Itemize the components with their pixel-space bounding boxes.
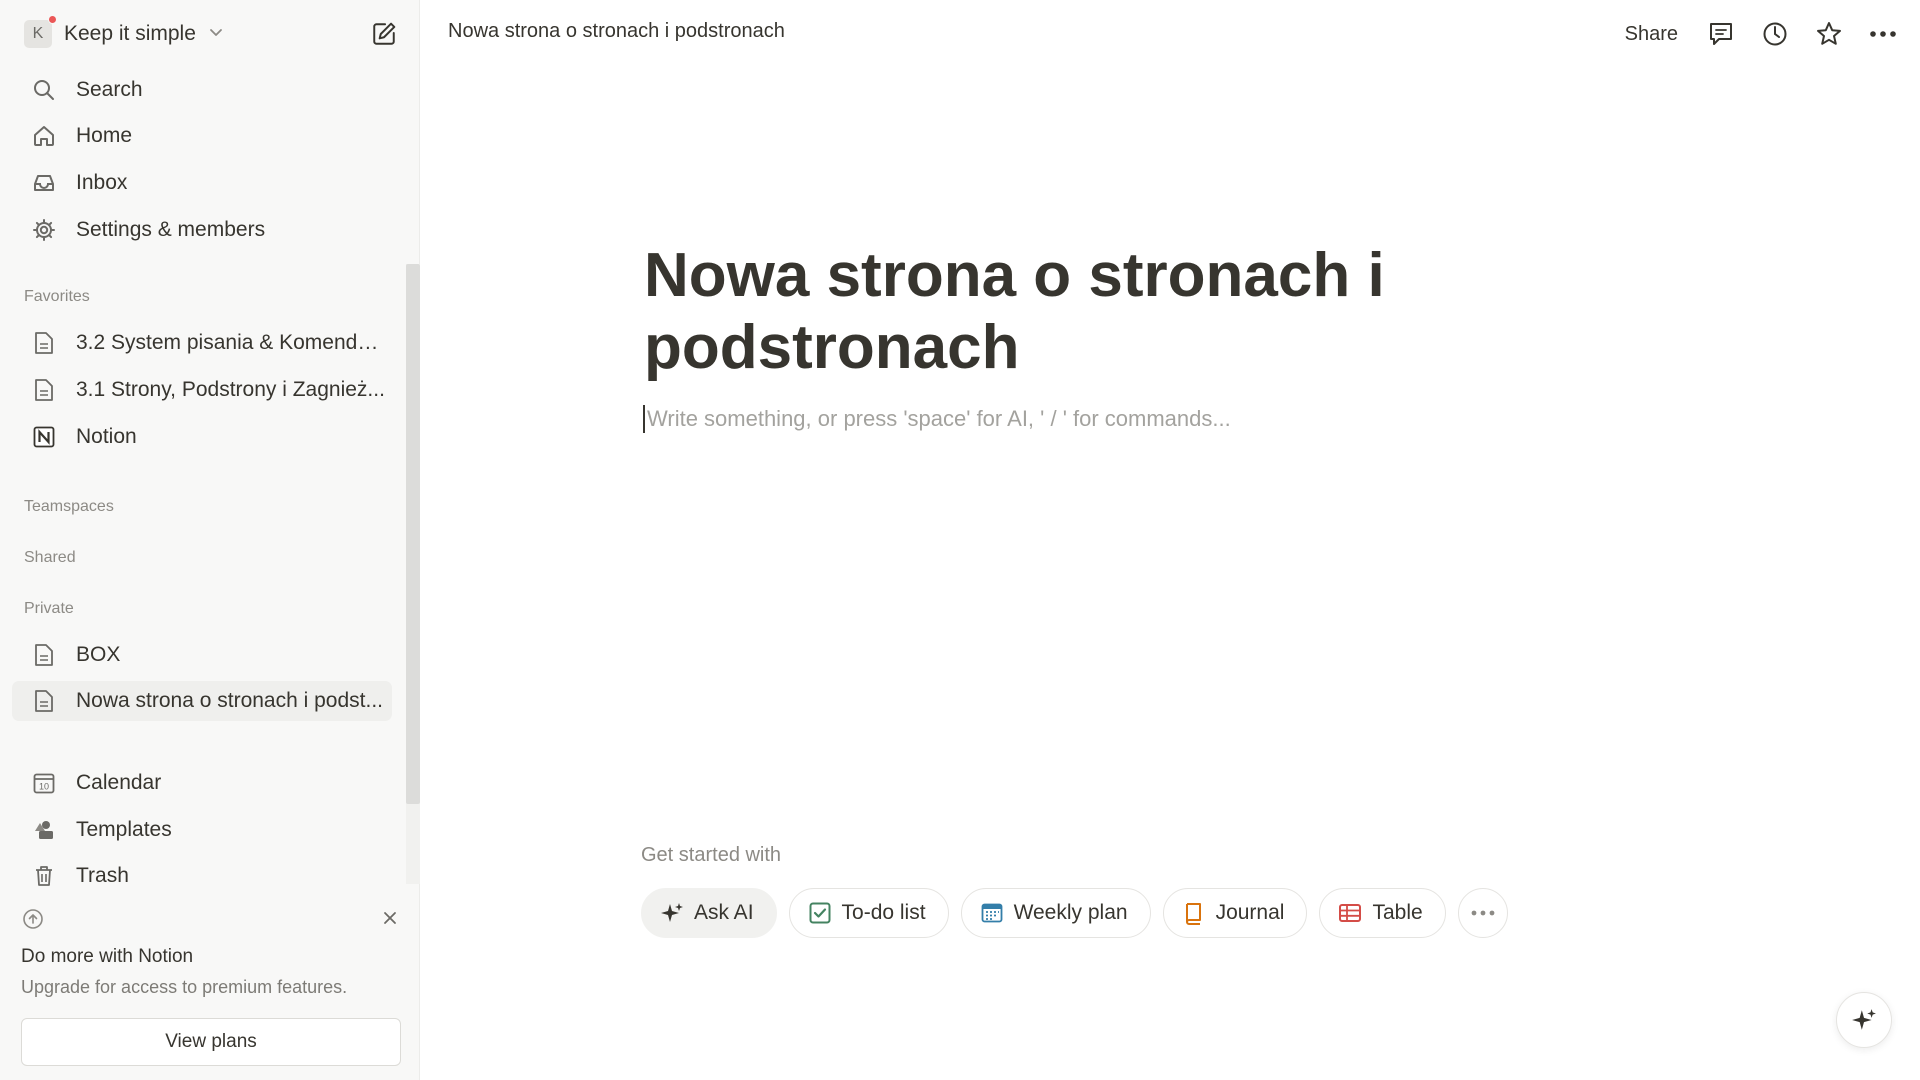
sidebar-item-label: Notion xyxy=(76,425,137,448)
sidebar-item-settings[interactable]: Settings & members xyxy=(12,210,392,250)
sidebar: K Keep it simple Search Home Inbox Setti… xyxy=(0,0,420,1080)
sidebar-item-label: 3.2 System pisania & Komendy ... xyxy=(76,331,386,354)
page-icon xyxy=(26,325,62,361)
weekly-plan-chip[interactable]: Weekly plan xyxy=(960,888,1151,938)
sidebar-item-box[interactable]: BOX xyxy=(12,635,392,675)
get-started-heading: Get started with xyxy=(641,844,782,866)
home-icon xyxy=(26,118,62,154)
upgrade-title: Do more with Notion xyxy=(21,946,194,967)
view-plans-button[interactable]: View plans xyxy=(21,1018,401,1066)
sidebar-item-inbox[interactable]: Inbox xyxy=(12,163,392,203)
star-icon[interactable] xyxy=(1812,17,1846,51)
sidebar-item-templates[interactable]: Templates xyxy=(12,810,392,850)
page-title[interactable]: Nowa strona o stronach i podstronach xyxy=(644,240,1404,384)
upgrade-panel: Do more with Notion Upgrade for access t… xyxy=(0,894,406,1080)
sparkle-icon xyxy=(1852,1009,1876,1030)
sidebar-item-label: Inbox xyxy=(76,171,128,194)
new-page-button[interactable] xyxy=(368,18,400,50)
journal-chip[interactable]: Journal xyxy=(1162,888,1308,938)
chip-label: Ask AI xyxy=(694,901,754,924)
more-icon xyxy=(1471,910,1495,916)
more-icon[interactable] xyxy=(1866,17,1900,51)
sidebar-item-trash[interactable]: Trash xyxy=(12,856,392,896)
share-button[interactable]: Share xyxy=(1619,19,1684,50)
trash-icon xyxy=(26,858,62,894)
sidebar-item-favorite[interactable]: 3.1 Strony, Podstrony i Zagnież... xyxy=(12,370,392,410)
sidebar-item-search[interactable]: Search xyxy=(12,70,392,110)
chevron-down-icon xyxy=(208,22,224,46)
favorites-heading[interactable]: Favorites xyxy=(24,288,90,306)
search-icon xyxy=(26,72,62,108)
topbar-actions: Share xyxy=(1619,14,1900,54)
page-body-editor[interactable]: Write something, or press 'space' for AI… xyxy=(643,404,1231,434)
get-started-chips: Ask AI To-do list Weekly plan Journal Ta… xyxy=(641,888,1508,938)
text-cursor xyxy=(643,405,645,433)
history-icon[interactable] xyxy=(1758,17,1792,51)
page-icon xyxy=(26,372,62,408)
calendar-icon xyxy=(980,901,1004,925)
todo-list-chip[interactable]: To-do list xyxy=(788,888,949,938)
sparkle-icon xyxy=(660,901,684,925)
checkbox-icon xyxy=(808,901,832,925)
workspace-avatar: K xyxy=(24,15,57,48)
compose-icon xyxy=(373,22,396,45)
sidebar-item-favorite[interactable]: 3.2 System pisania & Komendy ... xyxy=(12,323,392,363)
table-icon xyxy=(1338,901,1362,925)
gear-icon xyxy=(26,212,62,248)
sidebar-scrollbar-thumb[interactable] xyxy=(406,264,420,804)
sidebar-item-label: Trash xyxy=(76,864,129,887)
editor-placeholder: Write something, or press 'space' for AI… xyxy=(647,406,1231,431)
sidebar-item-current-page[interactable]: Nowa strona o stronach i podst... xyxy=(12,681,392,721)
sidebar-item-home[interactable]: Home xyxy=(12,116,392,156)
calendar-icon: 10 xyxy=(26,765,62,801)
calendar-day-text: 10 xyxy=(39,782,49,792)
chip-label: To-do list xyxy=(841,901,926,924)
page-icon xyxy=(26,637,62,673)
sidebar-item-notion[interactable]: Notion xyxy=(12,417,392,457)
workspace-switcher[interactable]: K Keep it simple xyxy=(24,15,224,52)
templates-icon xyxy=(26,812,62,848)
notion-logo-icon xyxy=(26,419,62,455)
chip-label: Table xyxy=(1372,901,1423,924)
private-heading[interactable]: Private xyxy=(24,600,74,618)
inbox-icon xyxy=(26,165,62,201)
notification-dot xyxy=(48,15,57,24)
shared-heading[interactable]: Shared xyxy=(24,549,76,567)
sidebar-item-calendar[interactable]: 10 Calendar xyxy=(12,763,392,803)
close-icon[interactable] xyxy=(378,906,402,930)
chip-label: Journal xyxy=(1215,901,1285,924)
book-icon xyxy=(1182,901,1206,925)
table-chip[interactable]: Table xyxy=(1319,888,1446,938)
upgrade-arrow-icon xyxy=(22,908,44,935)
ask-ai-chip[interactable]: Ask AI xyxy=(641,888,777,938)
breadcrumb[interactable]: Nowa strona o stronach i podstronach xyxy=(448,20,785,43)
sidebar-item-label: Templates xyxy=(76,818,172,841)
teamspaces-heading[interactable]: Teamspaces xyxy=(24,498,114,516)
page-icon xyxy=(26,683,62,719)
workspace-initial: K xyxy=(32,25,44,42)
sidebar-item-label: Calendar xyxy=(76,771,162,794)
sidebar-item-label: 3.1 Strony, Podstrony i Zagnież... xyxy=(76,378,385,401)
more-templates-button[interactable] xyxy=(1457,888,1508,938)
workspace-name: Keep it simple xyxy=(64,22,196,45)
upgrade-subtitle: Upgrade for access to premium features. xyxy=(21,977,348,997)
sidebar-item-label: Settings & members xyxy=(76,218,266,241)
sidebar-item-label: Search xyxy=(76,78,143,101)
chip-label: Weekly plan xyxy=(1013,901,1128,924)
ai-assistant-button[interactable] xyxy=(1836,992,1892,1048)
sidebar-item-label: Nowa strona o stronach i podst... xyxy=(76,689,383,712)
sidebar-item-label: BOX xyxy=(76,643,121,666)
sidebar-item-label: Home xyxy=(76,124,133,147)
comment-icon[interactable] xyxy=(1704,17,1738,51)
